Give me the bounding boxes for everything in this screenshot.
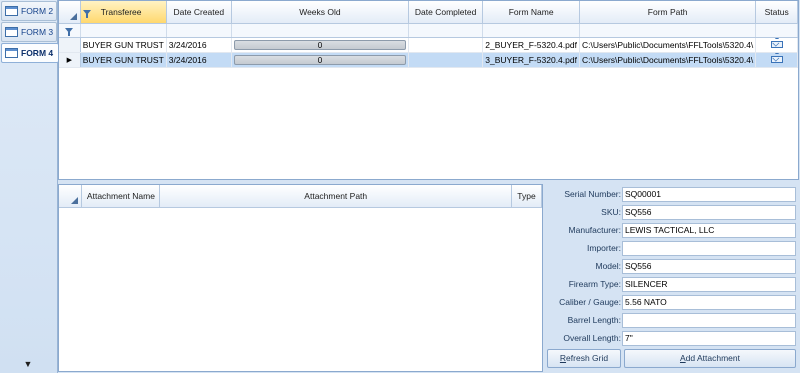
attachments-grid: Attachment Name Attachment Path Type (58, 184, 543, 372)
weeks-old-bar: 0 (233, 39, 406, 50)
tab-form-3[interactable]: FORM 3 (1, 22, 57, 42)
add-label: dd Attachment (685, 353, 740, 363)
column-header-transferee[interactable]: Transferee (80, 1, 167, 24)
importer-field[interactable] (622, 241, 796, 256)
column-header-attachment-name[interactable]: Attachment Name (81, 185, 161, 208)
filter-cell-date-created[interactable] (166, 23, 232, 38)
refresh-label: efresh Grid (566, 353, 609, 363)
row-indicator-arrow-icon[interactable]: ▶ (59, 52, 81, 68)
grid-corner[interactable] (59, 1, 81, 24)
model-field[interactable]: SQ556 (622, 259, 796, 274)
tab-label: FORM 4 (21, 48, 54, 58)
filter-icon[interactable] (65, 28, 74, 36)
grid-corner[interactable] (59, 185, 83, 208)
caliber-gauge-field[interactable]: 5.56 NATO (622, 295, 796, 310)
barrel-length-row: Barrel Length: (544, 313, 799, 328)
firearm-type-field[interactable]: SILENCER (622, 277, 796, 292)
weeks-old-bar: 0 (233, 54, 406, 65)
table-row[interactable]: ▶ BUYER GUN TRUST 3/24/2016 0 3_BUYER_F-… (59, 52, 798, 68)
form-icon (5, 6, 18, 16)
forms-grid: Transferee Date Created Weeks Old Date C… (58, 0, 799, 180)
cell-form-path[interactable]: C:\Users\Public\Documents\FFLTools\5320.… (579, 37, 757, 53)
filter-cell-form-name[interactable] (482, 23, 580, 38)
cell-status[interactable] (755, 37, 798, 53)
column-header-form-path[interactable]: Form Path (579, 1, 757, 24)
envelope-upload-icon[interactable] (770, 52, 783, 63)
filter-row (59, 23, 798, 38)
column-header-status[interactable]: Status (755, 1, 798, 24)
corner-triangle-icon (69, 12, 77, 20)
form-tab-strip: FORM 2 FORM 3 FORM 4 ▼ (0, 0, 59, 373)
firearm-details-panel: Serial Number: SQ00001 SKU: SQ556 Manufa… (544, 184, 799, 372)
cell-transferee[interactable]: BUYER GUN TRUST (80, 37, 167, 53)
column-header-date-completed[interactable]: Date Completed (408, 1, 484, 24)
tab-scroll-down-icon[interactable]: ▼ (22, 359, 34, 369)
overall-length-row: Overall Length: 7" (544, 331, 799, 346)
forms-table: Transferee Date Created Weeks Old Date C… (59, 1, 798, 68)
caliber-gauge-label: Caliber / Gauge: (559, 297, 621, 307)
cell-status[interactable] (755, 52, 798, 68)
attachments-table: Attachment Name Attachment Path Type (59, 185, 542, 208)
tab-label: FORM 3 (21, 27, 54, 37)
form-icon (5, 48, 18, 58)
column-header-form-name[interactable]: Form Name (482, 1, 580, 24)
cell-form-path[interactable]: C:\Users\Public\Documents\FFLTools\5320.… (579, 52, 757, 68)
cell-weeks-old[interactable]: 0 (231, 52, 409, 68)
firearm-type-label: Firearm Type: (568, 279, 621, 289)
cell-weeks-old[interactable]: 0 (231, 37, 409, 53)
filter-cell-transferee[interactable] (80, 23, 167, 38)
filter-cell-date-completed[interactable] (408, 23, 484, 38)
cell-date-created[interactable]: 3/24/2016 (166, 52, 232, 68)
serial-number-row: Serial Number: SQ00001 (544, 187, 799, 202)
add-attachment-button[interactable]: Add Attachment (624, 349, 796, 368)
sku-row: SKU: SQ556 (544, 205, 799, 220)
importer-label: Importer: (586, 243, 621, 253)
column-header-type[interactable]: Type (511, 185, 542, 208)
firearm-type-row: Firearm Type: SILENCER (544, 277, 799, 292)
overall-length-field[interactable]: 7" (622, 331, 796, 346)
column-header-attachment-path[interactable]: Attachment Path (159, 185, 512, 208)
caliber-gauge-row: Caliber / Gauge: 5.56 NATO (544, 295, 799, 310)
manufacturer-row: Manufacturer: LEWIS TACTICAL, LLC (544, 223, 799, 238)
row-indicator[interactable] (59, 37, 81, 53)
form-icon (5, 27, 18, 37)
model-row: Model: SQ556 (544, 259, 799, 274)
table-row[interactable]: BUYER GUN TRUST 3/24/2016 0 2_BUYER_F-53… (59, 37, 798, 53)
overall-length-label: Overall Length: (563, 333, 621, 343)
cell-form-name[interactable]: 3_BUYER_F-5320.4.pdf (482, 52, 580, 68)
column-header-weeks-old[interactable]: Weeks Old (231, 1, 409, 24)
filter-icon[interactable] (82, 10, 91, 18)
tab-form-2[interactable]: FORM 2 (1, 1, 57, 21)
cell-date-completed[interactable] (408, 52, 484, 68)
sku-field[interactable]: SQ556 (622, 205, 796, 220)
barrel-length-field[interactable] (622, 313, 796, 328)
refresh-grid-button[interactable]: Refresh Grid (547, 349, 621, 368)
cell-transferee[interactable]: BUYER GUN TRUST (80, 52, 167, 68)
filter-cell-form-path[interactable] (579, 23, 757, 38)
cell-date-completed[interactable] (408, 37, 484, 53)
cell-form-name[interactable]: 2_BUYER_F-5320.4.pdf (482, 37, 580, 53)
filter-cell-weeks-old[interactable] (231, 23, 409, 38)
column-header-date-created[interactable]: Date Created (166, 1, 232, 24)
corner-triangle-icon (71, 196, 79, 204)
envelope-upload-icon[interactable] (770, 37, 783, 48)
manufacturer-field[interactable]: LEWIS TACTICAL, LLC (622, 223, 796, 238)
serial-number-label: Serial Number: (564, 189, 621, 199)
filter-row-icon-cell[interactable] (59, 23, 81, 38)
filter-cell-status[interactable] (755, 23, 798, 38)
sku-label: SKU: (601, 207, 621, 217)
importer-row: Importer: (544, 241, 799, 256)
tab-form-4[interactable]: FORM 4 (1, 43, 59, 63)
serial-number-field[interactable]: SQ00001 (622, 187, 796, 202)
tab-label: FORM 2 (21, 6, 54, 16)
model-label: Model: (595, 261, 621, 271)
manufacturer-label: Manufacturer: (568, 225, 621, 235)
cell-date-created[interactable]: 3/24/2016 (166, 37, 232, 53)
barrel-length-label: Barrel Length: (567, 315, 621, 325)
